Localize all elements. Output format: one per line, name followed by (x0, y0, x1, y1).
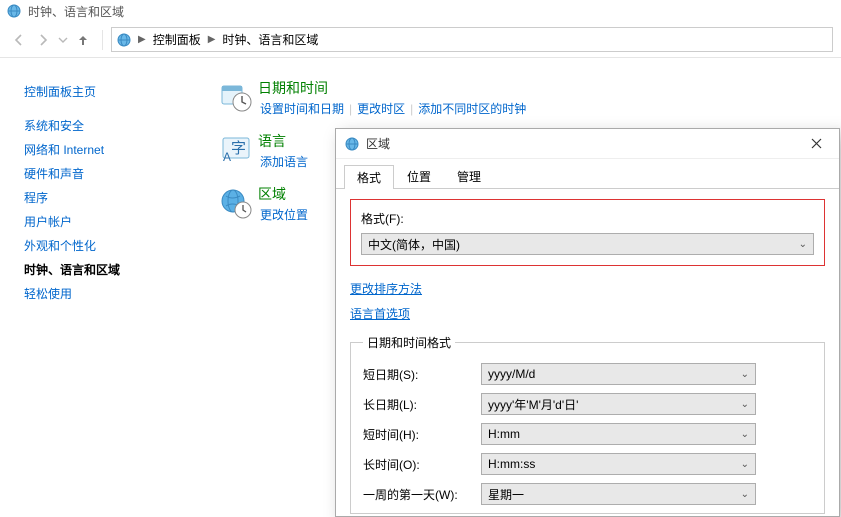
row-short-date: 短日期(S): yyyy/M/d⌄ (363, 359, 812, 389)
globe-clock-icon (214, 184, 258, 223)
short-date-label: 短日期(S): (363, 366, 473, 383)
first-day-label: 一周的第一天(W): (363, 486, 473, 503)
sidebar-item[interactable]: 硬件和声音 (24, 162, 190, 186)
globe-icon (116, 32, 132, 48)
dialog-titlebar[interactable]: 区域 (336, 129, 839, 159)
short-time-label: 短时间(H): (363, 426, 473, 443)
sidebar-item[interactable]: 用户帐户 (24, 210, 190, 234)
window-title: 时钟、语言和区域 (28, 3, 124, 20)
row-first-day: 一周的第一天(W): 星期一⌄ (363, 479, 812, 509)
sidebar-item[interactable]: 程序 (24, 186, 190, 210)
category-title[interactable]: 语言 (258, 131, 310, 151)
task-link[interactable]: 更改时区 (355, 102, 407, 116)
chevron-down-icon: ⌄ (799, 239, 807, 250)
globe-icon (6, 3, 22, 19)
chevron-right-icon[interactable]: ▶ (206, 34, 218, 45)
nav-up-button[interactable] (72, 29, 94, 51)
language-icon: 字A (214, 131, 258, 170)
long-time-select[interactable]: H:mm:ss⌄ (481, 453, 756, 475)
format-label: 格式(F): (361, 210, 814, 227)
chevron-down-icon: ⌄ (741, 459, 749, 470)
task-link[interactable]: 更改位置 (258, 208, 310, 222)
sidebar: 控制面板主页 系统和安全 网络和 Internet 硬件和声音 程序 用户帐户 … (0, 58, 200, 517)
language-prefs-link[interactable]: 语言首选项 (350, 305, 410, 322)
clock-icon (214, 78, 258, 117)
task-link[interactable]: 设置时间和日期 (258, 102, 346, 116)
row-long-time: 长时间(O): H:mm:ss⌄ (363, 449, 812, 479)
long-time-label: 长时间(O): (363, 456, 473, 473)
sidebar-item[interactable]: 网络和 Internet (24, 138, 190, 162)
format-select[interactable]: 中文(简体，中国) ⌄ (361, 233, 814, 255)
change-sort-link[interactable]: 更改排序方法 (350, 280, 422, 297)
tab-format[interactable]: 格式 (344, 165, 394, 189)
long-date-label: 长日期(L): (363, 396, 473, 413)
tab-admin[interactable]: 管理 (444, 164, 494, 188)
format-highlight-box: 格式(F): 中文(简体，中国) ⌄ (350, 199, 825, 266)
category-datetime: 日期和时间 设置时间和日期|更改时区|添加不同时区的时钟 (214, 78, 841, 117)
long-date-select[interactable]: yyyy'年'M'月'd'日'⌄ (481, 393, 756, 415)
row-short-time: 短时间(H): H:mm⌄ (363, 419, 812, 449)
category-links: 添加语言 (258, 153, 310, 170)
separator (102, 30, 103, 50)
sidebar-home[interactable]: 控制面板主页 (24, 80, 190, 104)
chevron-down-icon: ⌄ (741, 489, 749, 500)
navigation-bar: ▶ 控制面板 ▶ 时钟、语言和区域 (0, 22, 841, 58)
nav-recent-chevron[interactable] (56, 29, 70, 51)
task-link[interactable]: 添加语言 (258, 155, 310, 169)
sidebar-item[interactable]: 轻松使用 (24, 282, 190, 306)
nav-forward-button[interactable] (32, 29, 54, 51)
category-title[interactable]: 日期和时间 (258, 78, 528, 98)
breadcrumb-root[interactable]: 控制面板 (150, 31, 204, 48)
first-day-select[interactable]: 星期一⌄ (481, 483, 756, 505)
dialog-tabstrip: 格式 位置 管理 (336, 159, 839, 189)
task-link[interactable]: 添加不同时区的时钟 (416, 102, 528, 116)
region-dialog: 区域 格式 位置 管理 格式(F): 中文(简体，中国) ⌄ 更改排序方法 语言… (335, 128, 840, 517)
window-titlebar: 时钟、语言和区域 (0, 0, 841, 22)
datetime-format-group: 日期和时间格式 短日期(S): yyyy/M/d⌄ 长日期(L): yyyy'年… (350, 334, 825, 514)
sidebar-item-current[interactable]: 时钟、语言和区域 (24, 258, 190, 282)
sidebar-item[interactable]: 系统和安全 (24, 114, 190, 138)
row-long-date: 长日期(L): yyyy'年'M'月'd'日'⌄ (363, 389, 812, 419)
dialog-title: 区域 (366, 135, 390, 152)
breadcrumb-current[interactable]: 时钟、语言和区域 (219, 31, 321, 48)
chevron-down-icon: ⌄ (741, 429, 749, 440)
svg-text:字: 字 (231, 140, 246, 157)
control-panel-window: 时钟、语言和区域 ▶ 控制面板 ▶ 时钟、语言和区域 控制面板主页 系统和安全 … (0, 0, 841, 517)
globe-icon (344, 136, 360, 152)
category-links: 设置时间和日期|更改时区|添加不同时区的时钟 (258, 100, 528, 117)
close-button[interactable] (793, 129, 839, 159)
format-value: 中文(简体，中国) (368, 236, 460, 253)
sidebar-item[interactable]: 外观和个性化 (24, 234, 190, 258)
close-icon (811, 138, 822, 149)
category-links: 更改位置 (258, 206, 310, 223)
group-title: 日期和时间格式 (363, 334, 455, 351)
tab-location[interactable]: 位置 (394, 164, 444, 188)
address-bar[interactable]: ▶ 控制面板 ▶ 时钟、语言和区域 (111, 27, 833, 52)
chevron-down-icon: ⌄ (741, 399, 749, 410)
nav-back-button[interactable] (8, 29, 30, 51)
short-time-select[interactable]: H:mm⌄ (481, 423, 756, 445)
chevron-down-icon: ⌄ (741, 369, 749, 380)
short-date-select[interactable]: yyyy/M/d⌄ (481, 363, 756, 385)
svg-text:A: A (223, 150, 231, 164)
chevron-right-icon[interactable]: ▶ (136, 34, 148, 45)
dialog-content: 格式(F): 中文(简体，中国) ⌄ 更改排序方法 语言首选项 日期和时间格式 … (336, 189, 839, 517)
category-title[interactable]: 区域 (258, 184, 310, 204)
